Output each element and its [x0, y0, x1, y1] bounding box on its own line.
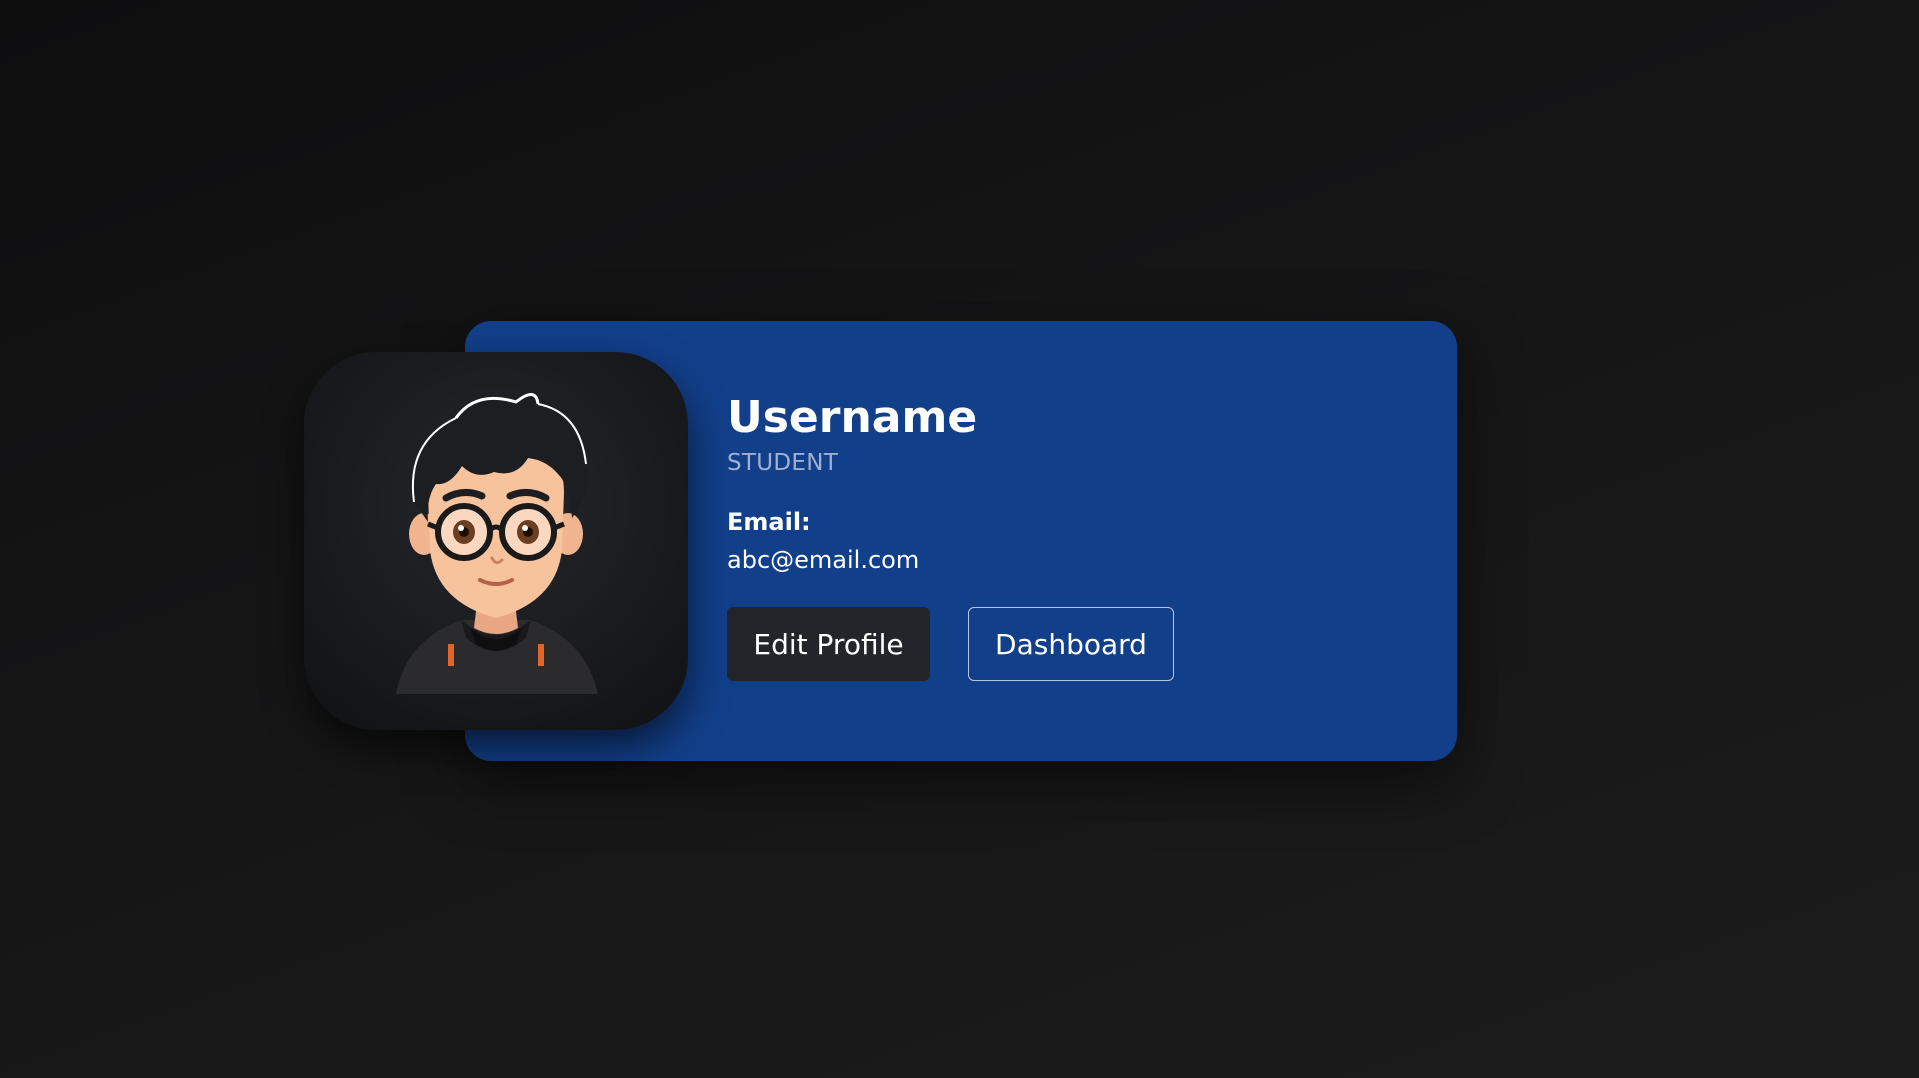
- profile-info: Username STUDENT Email: abc@email.com: [727, 392, 978, 575]
- role-label: STUDENT: [727, 450, 839, 476]
- cartoon-boy-avatar-icon: [396, 393, 598, 694]
- dashboard-button[interactable]: Dashboard: [968, 607, 1174, 681]
- username-heading: Username: [727, 392, 978, 443]
- email-label: Email:: [727, 508, 811, 536]
- avatar: [304, 352, 688, 730]
- profile-actions: Edit Profile Dashboard: [727, 607, 1174, 681]
- edit-profile-button[interactable]: Edit Profile: [727, 607, 930, 681]
- email-value: abc@email.com: [727, 546, 920, 574]
